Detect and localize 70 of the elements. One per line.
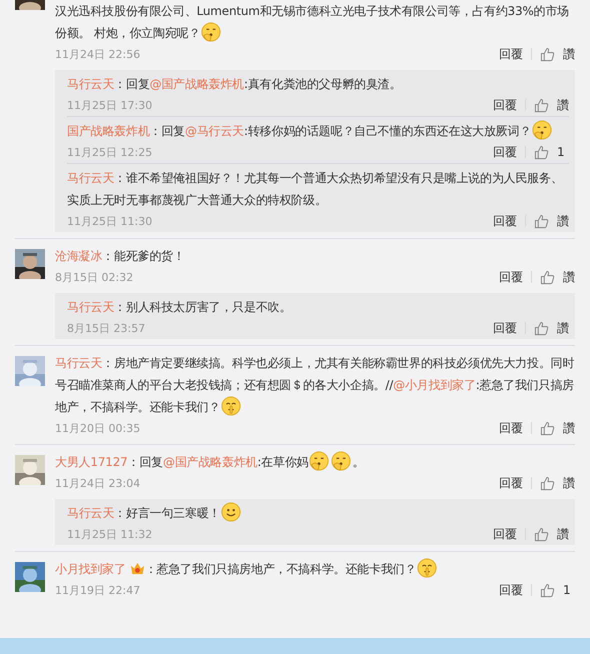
mention-link[interactable]: @马行云天	[185, 124, 244, 138]
thumbs-up-icon[interactable]	[540, 46, 555, 62]
like-count: 讚	[557, 212, 569, 230]
thumbs-up-icon[interactable]	[540, 270, 555, 284]
like-count: 讚	[563, 420, 575, 436]
user-name[interactable]: 马行云天	[67, 171, 114, 185]
reply-time: 11月25日 11:32	[67, 526, 152, 542]
reply-text: 马行云天：回复@国产战略轰炸机:真有化粪池的父母孵的臭渣。	[67, 76, 402, 93]
comment-text: 沧海凝冰：能死爹的货！	[55, 248, 186, 265]
comment-text: 大男人17127：回复@国产战略轰炸机:在草你妈 。	[55, 451, 575, 473]
comment-time: 11月20日 00:35	[55, 420, 140, 436]
reply-link[interactable]: 回覆	[499, 420, 523, 436]
mention-link[interactable]: @国产战略轰炸机	[162, 455, 258, 469]
reply-time: 11月25日 17:30	[67, 98, 152, 112]
comment-time: 8月15日 02:32	[55, 270, 134, 284]
thumbs-up-icon[interactable]	[534, 526, 549, 542]
reply-link[interactable]: 回覆	[499, 46, 523, 62]
thumbs-up-icon[interactable]	[534, 320, 549, 336]
mention-link[interactable]: @国产战略轰炸机	[150, 77, 244, 91]
reply-link[interactable]: 回覆	[499, 268, 523, 286]
like-count: 讚	[563, 46, 575, 62]
user-name[interactable]: 沧海凝冰	[55, 249, 102, 263]
reply-time: 11月25日 12:25	[67, 144, 152, 160]
reply-link[interactable]: 回覆	[499, 474, 523, 492]
comment-time: 11月19日 22:47	[55, 582, 140, 598]
emoji-icon	[532, 120, 552, 140]
thumbs-up-icon[interactable]	[540, 420, 555, 436]
reply-link[interactable]: 回覆	[493, 96, 517, 114]
user-name[interactable]: 马行云天	[67, 77, 114, 91]
reply-link[interactable]: 回覆	[493, 526, 517, 542]
comment-text: 小月找到家了 ：惹急了我们只搞房地产，不搞科学。还能卡我们？	[55, 558, 575, 580]
reply-text: 马行云天：谁不希望俺祖国好？！尤其每一个普通大众热切希望没有只是嘴上说的为人民服务、实质上无时无事都蔑视广大普通大众的特权阶级。	[67, 170, 564, 209]
reply-text: 国产战略轰炸机：回复@马行云天:转移你妈的话题呢？自己不懂的东西还在这大放厥词？	[67, 120, 569, 142]
like-count: 1	[563, 583, 572, 597]
emoji-icon	[201, 22, 222, 42]
user-name[interactable]: 国产战略轰炸机	[67, 124, 150, 138]
reply-time: 11月25日 11:30	[67, 214, 152, 228]
comment-text: 马行云天：房地产肯定要继续搞。科学也必须上，尤其有关能称霸世界的科技必须优先大力投。同时号召瞄准菜商人的平台大老投钱搞；还有想圆＄的各大小企搞。//@小月找到家了:惹急了我们只搞房地产，不搞科学。还能卡我们？	[55, 355, 575, 418]
user-name[interactable]: 马行云天	[67, 300, 114, 314]
reply-time: 8月15日 23:57	[67, 320, 146, 336]
like-count: 讚	[563, 268, 575, 286]
thumbs-up-icon[interactable]	[534, 98, 549, 112]
emoji-icon	[309, 451, 330, 471]
reply-link[interactable]: 回覆	[499, 582, 523, 598]
like-count: 1	[557, 145, 566, 159]
emoji-icon	[221, 396, 242, 416]
comment-text: 汉光迅科技股份有限公司、Lumentum和无锡市德科立光电子技术有限公司等，占有约33%的市场份额。 村炮，你立陶宛呢？	[55, 3, 570, 44]
comment-time: 11月24日 22:56	[55, 46, 140, 62]
like-count: 讚	[563, 474, 575, 492]
reply-text: 马行云天：别人科技太厉害了，只是不吹。	[67, 299, 292, 316]
user-name[interactable]: 马行云天	[55, 356, 102, 370]
emoji-icon	[221, 502, 242, 522]
thumbs-up-icon[interactable]	[534, 144, 549, 160]
reply-link[interactable]: 回覆	[493, 212, 517, 230]
reply-text: 马行云天：好言一句三寒暖！	[67, 502, 569, 524]
reply-link[interactable]: 回覆	[493, 320, 517, 336]
thumbs-up-icon[interactable]	[534, 214, 549, 228]
like-count: 讚	[557, 526, 569, 542]
user-name[interactable]: 马行云天	[67, 506, 114, 520]
comment-time: 11月24日 23:04	[55, 476, 140, 490]
mention-link[interactable]: @小月找到家了	[393, 378, 476, 392]
emoji-icon	[417, 558, 438, 578]
like-count: 讚	[557, 96, 569, 114]
like-count: 讚	[557, 320, 569, 336]
user-name[interactable]: 小月找到家了	[55, 562, 126, 576]
emoji-icon	[331, 451, 352, 471]
reply-link[interactable]: 回覆	[493, 144, 517, 160]
thumbs-up-icon[interactable]	[540, 476, 555, 490]
user-name[interactable]: 大男人17127	[55, 455, 128, 469]
thumbs-up-icon[interactable]	[540, 582, 555, 598]
